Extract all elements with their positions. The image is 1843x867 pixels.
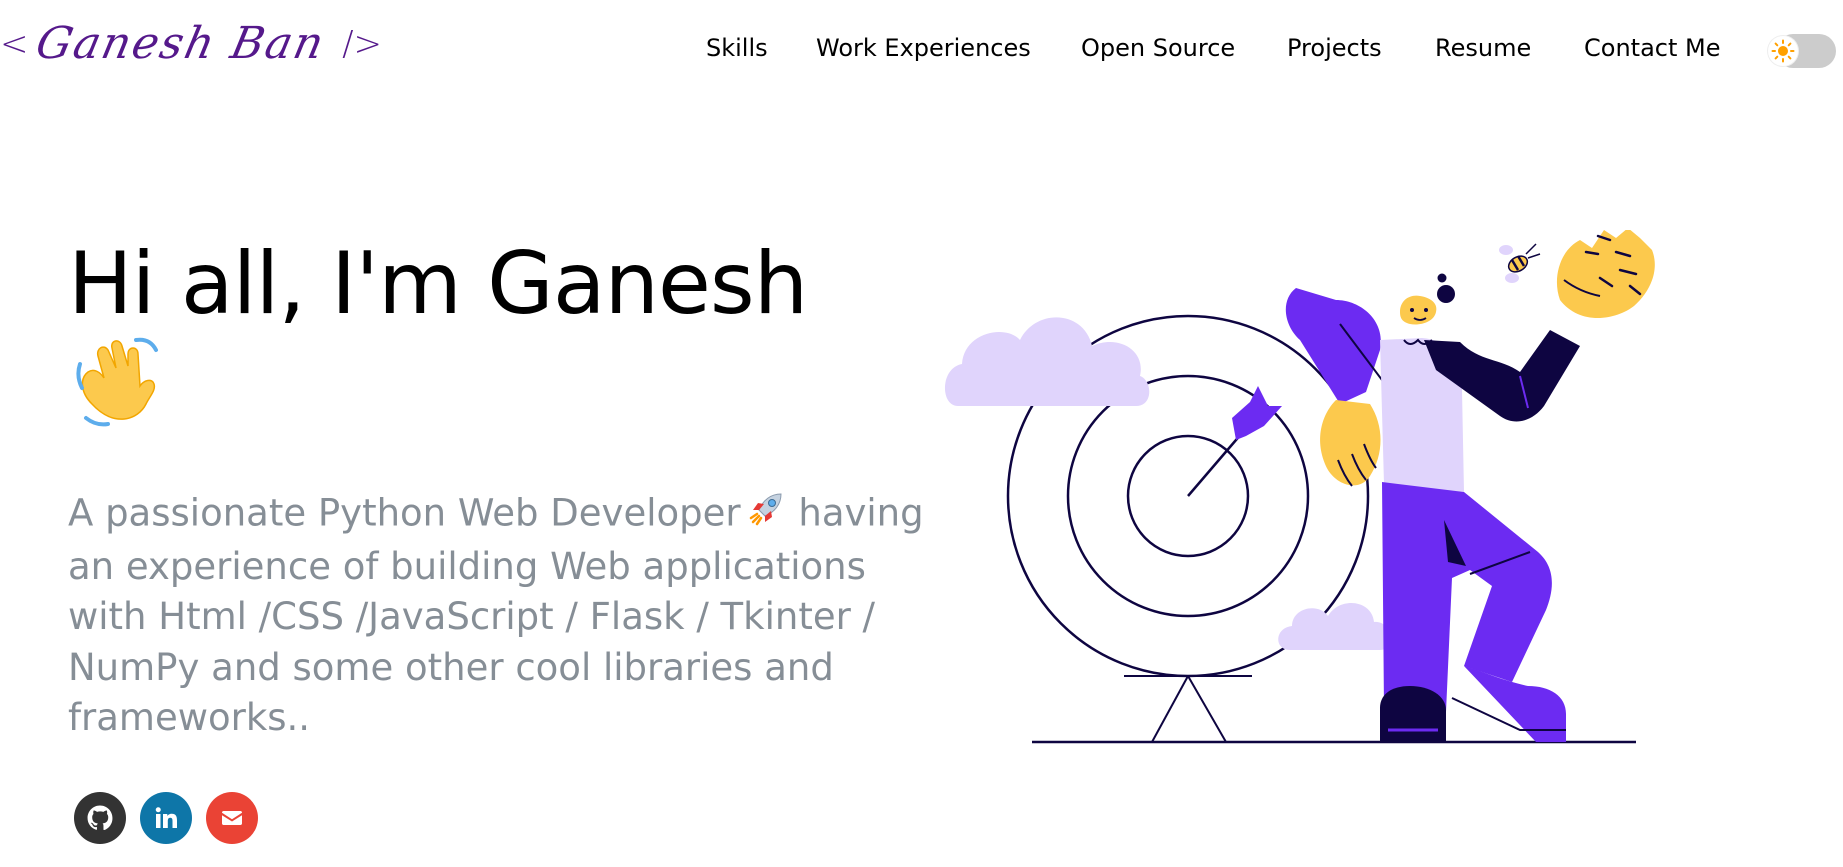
nav-work-experiences[interactable]: Work Experiences bbox=[816, 34, 1031, 62]
nav-open-source[interactable]: Open Source bbox=[1081, 34, 1235, 62]
waving-hand-icon bbox=[74, 334, 164, 430]
nav-skills[interactable]: Skills bbox=[706, 34, 768, 62]
social-links bbox=[74, 792, 258, 844]
nav-resume[interactable]: Resume bbox=[1435, 34, 1531, 62]
github-icon bbox=[87, 805, 113, 831]
linkedin-icon bbox=[155, 807, 177, 828]
hero-subtitle: A passionate Python Web Developer having… bbox=[68, 488, 928, 744]
hero-title: Hi all, I'm Ganesh bbox=[68, 234, 808, 334]
theme-toggle[interactable] bbox=[1768, 34, 1836, 68]
main-nav: Skills Work Experiences Open Source Proj… bbox=[0, 34, 1843, 68]
email-button[interactable] bbox=[206, 792, 258, 844]
nav-contact-me[interactable]: Contact Me bbox=[1584, 34, 1720, 62]
subtitle-text: A passionate Python Web Developer bbox=[68, 491, 741, 535]
mail-icon bbox=[222, 811, 242, 825]
nav-projects[interactable]: Projects bbox=[1287, 34, 1382, 62]
linkedin-button[interactable] bbox=[140, 792, 192, 844]
site-header: < Ganesh Ban /> Skills Work Experiences … bbox=[0, 0, 1843, 100]
rocket-icon bbox=[747, 488, 787, 542]
github-button[interactable] bbox=[74, 792, 126, 844]
sun-icon bbox=[1771, 39, 1795, 63]
toggle-knob bbox=[1768, 36, 1798, 66]
hero-illustration bbox=[940, 228, 1740, 760]
